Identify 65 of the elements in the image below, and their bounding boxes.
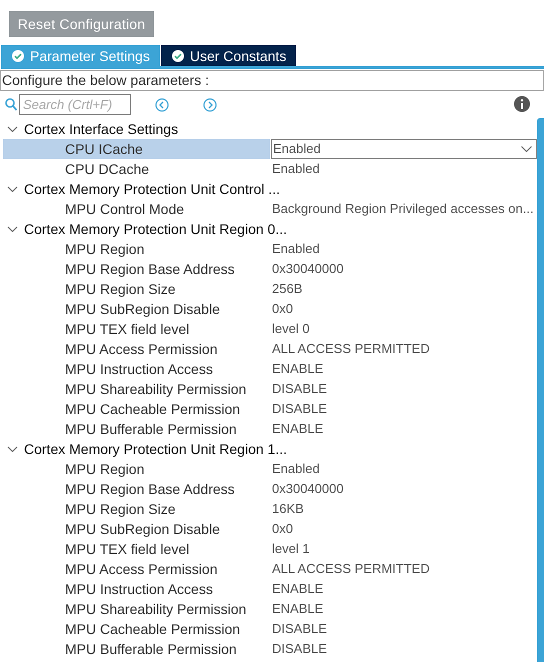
parameter-name[interactable]: MPU TEX field level (3, 539, 270, 559)
parameter-value: Enabled (271, 160, 320, 178)
tab[interactable]: User Constants (160, 45, 296, 66)
parameter-name[interactable]: MPU Control Mode (3, 199, 270, 219)
parameter-name[interactable]: MPU Region Base Address (3, 259, 270, 279)
parameter-value: ENABLE (271, 600, 324, 618)
parameter-value: DISABLE (271, 380, 327, 398)
parameter-value: level 0 (271, 320, 310, 338)
parameter-name[interactable]: MPU Instruction Access (3, 359, 270, 379)
parameter-value: ALL ACCESS PERMITTED (271, 340, 430, 358)
parameter-name[interactable]: MPU Region (3, 459, 270, 479)
next-icon[interactable] (203, 98, 217, 112)
chevron-icon[interactable] (7, 444, 18, 454)
parameter-value: Enabled (271, 240, 320, 258)
parameter-name[interactable]: MPU Shareability Permission (3, 599, 270, 619)
parameter-name[interactable]: CPU ICache (3, 139, 270, 159)
caret-icon (521, 146, 532, 152)
parameter-value: 0x30040000 (271, 480, 344, 498)
parameter-value: DISABLE (271, 400, 327, 418)
parameter-name[interactable]: MPU SubRegion Disable (3, 519, 270, 539)
search-icon (5, 98, 17, 111)
previous-icon[interactable] (155, 98, 169, 112)
parameter-value: 0x0 (271, 300, 293, 318)
parameter-name[interactable]: MPU TEX field level (3, 319, 270, 339)
parameter-value: level 1 (271, 540, 310, 558)
parameter-name[interactable]: MPU Cacheable Permission (3, 399, 270, 419)
chevron-icon[interactable] (7, 184, 18, 194)
parameter-name[interactable]: MPU Region (3, 239, 270, 259)
chevron-icon[interactable] (7, 124, 18, 134)
parameter-value: ENABLE (271, 360, 324, 378)
info-icon[interactable] (514, 96, 530, 112)
parameter-value: 16KB (271, 500, 304, 518)
check-icon (12, 50, 24, 62)
parameter-value: Enabled (271, 460, 320, 478)
parameter-name[interactable]: MPU Shareability Permission (3, 379, 270, 399)
scrollbar[interactable] (537, 118, 544, 662)
parameter-name[interactable]: CPU DCache (3, 159, 270, 179)
parameter-value: ALL ACCESS PERMITTED (271, 560, 430, 578)
group-label[interactable]: Cortex Interface Settings (24, 121, 178, 137)
parameter-name[interactable]: MPU Bufferable Permission (3, 639, 270, 659)
parameter-name[interactable]: MPU Cacheable Permission (3, 619, 270, 639)
parameter-value: 0x0 (271, 520, 293, 538)
parameter-name[interactable]: MPU Bufferable Permission (3, 419, 270, 439)
parameter-value: ENABLE (271, 420, 324, 438)
parameter-value: DISABLE (271, 620, 327, 638)
chevron-icon[interactable] (7, 224, 18, 234)
parameter-name[interactable]: MPU Region Size (3, 279, 270, 299)
parameter-name[interactable]: MPU Instruction Access (3, 579, 270, 599)
parameter-value: ENABLE (271, 580, 324, 598)
description-text: Configure the below parameters : (0, 70, 544, 91)
parameter-name[interactable]: MPU Region Size (3, 499, 270, 519)
parameter-name[interactable]: MPU Access Permission (3, 339, 270, 359)
parameter-value: 256B (271, 280, 302, 298)
group-label[interactable]: Cortex Memory Protection Unit Control ... (24, 181, 280, 197)
parameter-name[interactable]: MPU SubRegion Disable (3, 299, 270, 319)
group-label[interactable]: Cortex Memory Protection Unit Region 0... (24, 221, 287, 237)
search-field[interactable]: Search (Crtl+F) (19, 94, 131, 115)
check-icon (172, 50, 184, 62)
parameter-name[interactable]: MPU Region Base Address (3, 479, 270, 499)
group-label[interactable]: Cortex Memory Protection Unit Region 1... (24, 441, 287, 457)
parameter-value: Background Region Privileged accesses on... (271, 200, 534, 218)
value-dropdown[interactable]: Enabled (271, 139, 537, 159)
parameter-value: DISABLE (271, 640, 327, 658)
parameter-name[interactable]: MPU Access Permission (3, 559, 270, 579)
parameter-value: 0x30040000 (271, 260, 344, 278)
